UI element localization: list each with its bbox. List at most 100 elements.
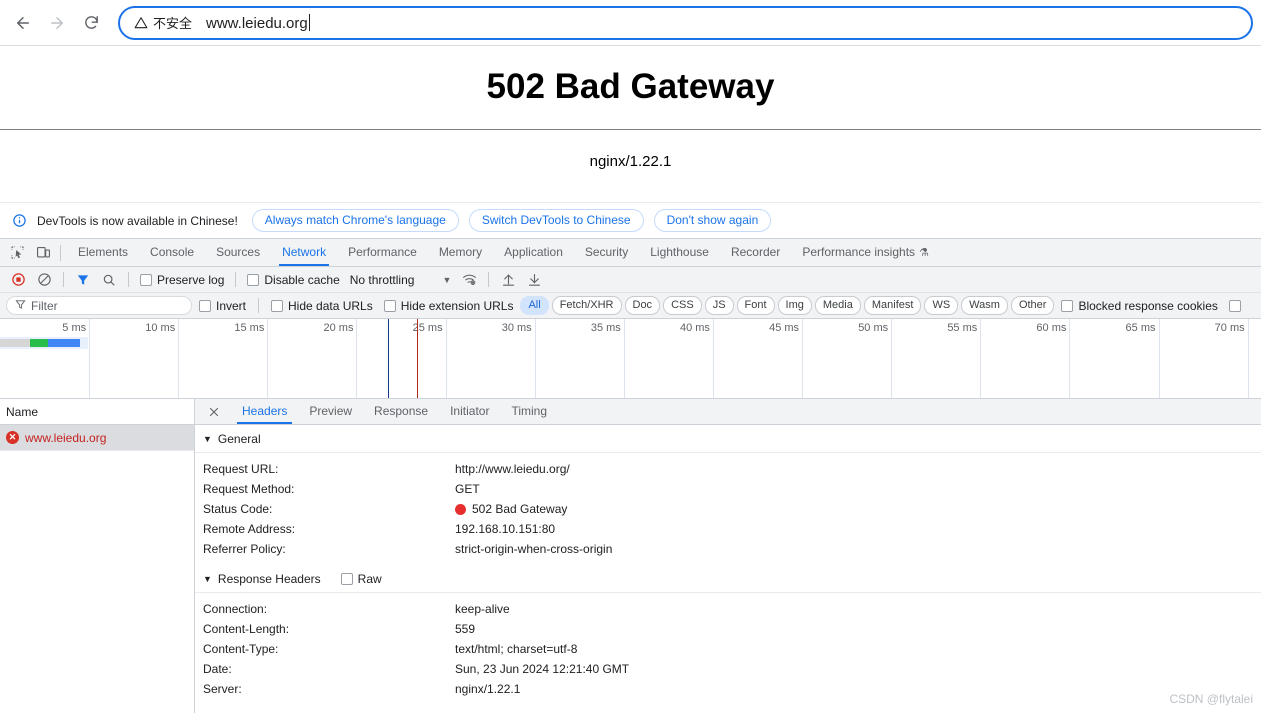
invert-checkbox[interactable]: Invert [195, 299, 250, 313]
preserve-log-checkbox[interactable]: Preserve log [136, 273, 228, 287]
url-text: www.leiedu.org [206, 14, 308, 32]
page-viewport: 502 Bad Gateway nginx/1.22.1 [0, 46, 1261, 203]
filter-chip-js[interactable]: JS [704, 296, 734, 315]
tab-sources[interactable]: Sources [205, 239, 271, 266]
filter-chip-wasm[interactable]: Wasm [961, 296, 1008, 315]
filter-chip-media[interactable]: Media [814, 296, 861, 315]
filter-chip-manifest[interactable]: Manifest [863, 296, 922, 315]
filter-chip-other[interactable]: Other [1010, 296, 1055, 315]
header-name: Remote Address: [203, 522, 296, 536]
header-value-text: 559 [455, 622, 476, 636]
overview-tick: 70 ms [1215, 319, 1249, 398]
import-har-icon[interactable] [496, 269, 520, 291]
request-list-column-header[interactable]: Name [0, 399, 194, 425]
header-value: keep-alive [455, 599, 510, 619]
overview-tick: 55 ms [947, 319, 982, 398]
tab-console[interactable]: Console [139, 239, 205, 266]
throttling-dropdown[interactable]: No throttling ▼ [346, 273, 456, 287]
device-toolbar-icon[interactable] [30, 241, 56, 265]
checkbox-box [383, 299, 396, 312]
dont-show-again-button[interactable]: Don't show again [653, 209, 772, 232]
always-match-language-button[interactable]: Always match Chrome's language [251, 209, 459, 232]
header-name: Content-Length: [203, 622, 290, 636]
header-value: Sun, 23 Jun 2024 12:21:40 GMT [455, 659, 629, 679]
tab-performance-insights[interactable]: Performance insights ⚗ [791, 239, 940, 266]
raw-toggle-checkbox[interactable]: Raw [340, 571, 382, 586]
detail-tab-headers[interactable]: Headers [231, 399, 298, 424]
tab-lighthouse[interactable]: Lighthouse [639, 239, 720, 266]
filter-funnel-icon [15, 299, 26, 313]
filter-funnel-icon[interactable] [71, 269, 95, 291]
blocked-response-cookies-checkbox[interactable]: Blocked response cookies [1057, 299, 1221, 313]
filter-chip-css[interactable]: CSS [663, 296, 702, 315]
record-stop-icon[interactable] [6, 269, 30, 291]
detail-tab-preview[interactable]: Preview [298, 399, 363, 424]
flask-icon: ⚗ [919, 247, 929, 259]
header-value: http://www.leiedu.org/ [455, 459, 570, 479]
filter-chip-fetch-xhr[interactable]: Fetch/XHR [551, 296, 622, 315]
header-value-text: nginx/1.22.1 [455, 682, 521, 696]
reload-icon [83, 14, 100, 31]
overview-tick-label: 20 ms [323, 322, 354, 334]
tab-recorder[interactable]: Recorder [720, 239, 791, 266]
hide-data-urls-checkbox[interactable]: Hide data URLs [267, 299, 377, 313]
search-input[interactable]: Filter [6, 296, 192, 315]
header-row: Request URL: http://www.leiedu.org/ [195, 459, 1261, 479]
address-bar-url[interactable]: www.leiedu.org [206, 13, 310, 32]
info-icon [12, 213, 27, 228]
export-har-icon[interactable] [522, 269, 546, 291]
overview-request-bar [0, 337, 88, 349]
overview-tick-label: 10 ms [145, 322, 176, 334]
response-header-list: Connection: keep-alive Content-Length: 559 C… [195, 593, 1261, 699]
switch-devtools-to-chinese-button[interactable]: Switch DevTools to Chinese [468, 209, 644, 232]
checkbox-box [247, 273, 260, 286]
filter-chip-doc[interactable]: Doc [624, 296, 661, 315]
disable-cache-checkbox[interactable]: Disable cache [243, 273, 343, 287]
close-icon[interactable] [203, 401, 225, 423]
detail-tab-response[interactable]: Response [363, 399, 439, 424]
tab-application[interactable]: Application [493, 239, 574, 266]
detail-tab-initiator[interactable]: Initiator [439, 399, 500, 424]
overflow-checkbox[interactable] [1225, 299, 1245, 312]
header-row: Request Method: GET [195, 479, 1261, 499]
forward-button[interactable] [42, 8, 72, 38]
filter-chip-font[interactable]: Font [736, 296, 775, 315]
back-button[interactable] [8, 8, 38, 38]
header-name: Server: [203, 682, 242, 696]
header-value: text/html; charset=utf-8 [455, 639, 577, 659]
table-row[interactable]: ✕ www.leiedu.org [0, 425, 194, 451]
filter-chip-all[interactable]: All [520, 296, 549, 315]
hide-extension-urls-checkbox[interactable]: Hide extension URLs [380, 299, 518, 313]
preserve-log-label: Preserve log [157, 272, 225, 287]
header-value: 502 Bad Gateway [455, 499, 567, 519]
devtools-tab-strip: Elements Console Sources Network Perform… [0, 239, 1261, 267]
status-badge [455, 503, 466, 515]
detail-tab-timing[interactable]: Timing [500, 399, 558, 424]
reload-button[interactable] [76, 8, 106, 38]
filter-chip-ws[interactable]: WS [924, 296, 959, 315]
tab-memory[interactable]: Memory [428, 239, 493, 266]
overview-tick-label: 45 ms [769, 322, 800, 334]
general-section-header[interactable]: ▼ General [195, 425, 1261, 453]
filter-separator [258, 298, 260, 313]
filter-chip-img[interactable]: Img [777, 296, 812, 315]
warning-triangle-icon[interactable] [134, 16, 148, 30]
tab-performance[interactable]: Performance [337, 239, 428, 266]
search-icon[interactable] [97, 269, 121, 291]
header-value-text: 192.168.10.151:80 [455, 522, 556, 536]
network-conditions-icon[interactable] [457, 269, 481, 291]
overview-tick: 60 ms [1036, 319, 1071, 398]
raw-label: Raw [357, 571, 382, 586]
tab-elements[interactable]: Elements [67, 239, 139, 266]
header-value-text: http://www.leiedu.org/ [455, 462, 570, 476]
response-headers-section-header[interactable]: ▼ Response Headers Raw [195, 565, 1261, 593]
inspect-element-icon[interactable] [4, 241, 30, 265]
clear-icon[interactable] [32, 269, 56, 291]
overview-tick: 25 ms [413, 319, 447, 398]
chevron-down-icon: ▼ [203, 433, 212, 444]
tab-network[interactable]: Network [271, 239, 337, 266]
address-bar[interactable]: 不安全 www.leiedu.org [118, 5, 1253, 40]
network-overview-timeline[interactable]: 5 ms 10 ms 15 ms 20 ms 25 ms 30 ms 35 ms 40 ms 4… [0, 319, 1261, 399]
tab-security[interactable]: Security [574, 239, 639, 266]
toolbar-separator [235, 272, 237, 287]
